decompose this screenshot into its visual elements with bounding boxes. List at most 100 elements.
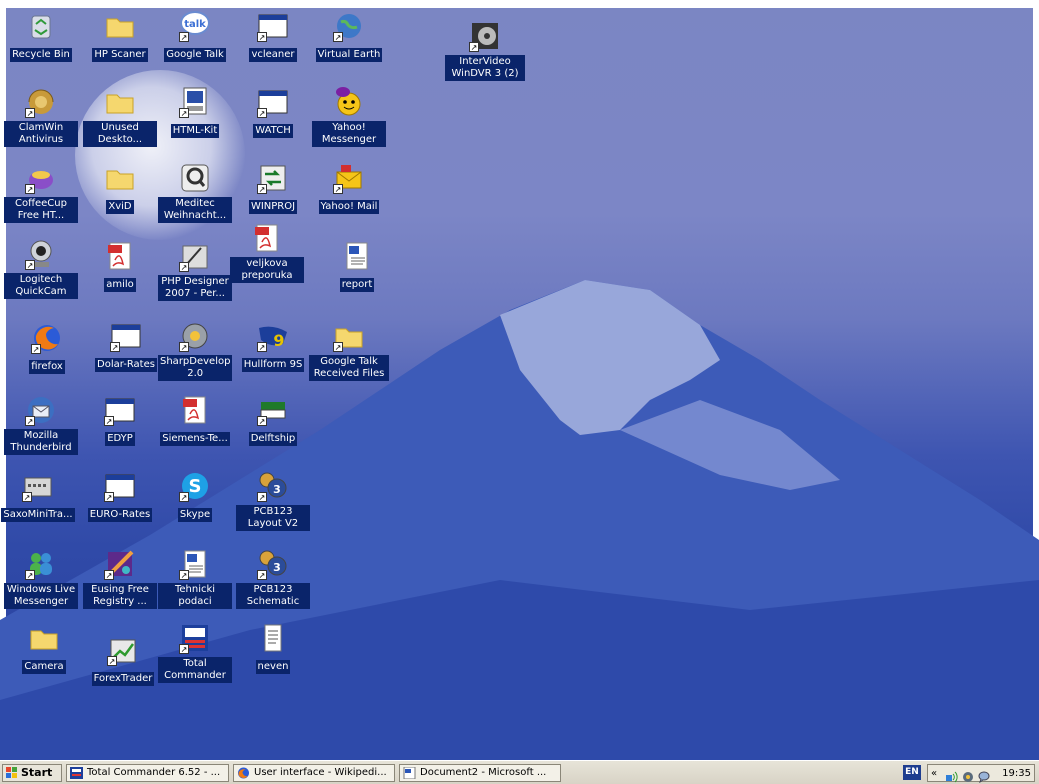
shortcut-arrow-icon: ↗ xyxy=(179,644,189,654)
shortcut-arrow-icon: ↗ xyxy=(333,342,343,352)
desktop-icon-sharpdevelop[interactable]: ↗ SharpDevelop 2.0 xyxy=(158,320,233,381)
desktop-icon-label: Tehnicki podaci xyxy=(158,583,232,609)
desktop-icon-html-kit[interactable]: ↗ HTML-Kit xyxy=(158,86,232,138)
svg-text:9: 9 xyxy=(273,331,284,350)
antivirus-tray-icon[interactable] xyxy=(962,768,974,784)
taskbar-button-word[interactable]: Document2 - Microsoft ... xyxy=(399,764,561,782)
desktop-icon-clamwin[interactable]: ↗ ClamWin Antivirus xyxy=(4,86,78,147)
desktop-icon-edyp[interactable]: ↗ EDYP xyxy=(83,394,157,446)
svg-text:talk: talk xyxy=(184,19,206,30)
program-window-icon: ↗ xyxy=(257,10,289,42)
desktop-icon-yahoo-mail[interactable]: ↗ Yahoo! Mail xyxy=(312,162,386,214)
desktop-icon-thunderbird[interactable]: ↗ Mozilla Thunderbird xyxy=(4,394,78,455)
pdf-icon xyxy=(104,240,136,272)
google-talk-icon: talk ↗ xyxy=(179,10,211,42)
desktop-icon-label: ForexTrader xyxy=(91,672,155,686)
desktop-icon-euro-rates[interactable]: ↗ EURO-Rates xyxy=(83,470,157,522)
shortcut-arrow-icon: ↗ xyxy=(179,108,189,118)
desktop-icon-pcb123-schematic[interactable]: 3 ↗ PCB123 Schematic xyxy=(236,548,310,609)
shortcut-arrow-icon: ↗ xyxy=(257,416,267,426)
tray-expand-chevron-icon[interactable]: « xyxy=(931,766,937,781)
desktop-icon-report[interactable]: report xyxy=(320,240,394,292)
desktop-icon-dolar-rates[interactable]: ↗ Dolar-Rates xyxy=(89,320,163,372)
messenger-tray-icon[interactable] xyxy=(978,768,990,784)
desktop-icon-pcb123-layout[interactable]: 3 ↗ PCB123 Layout V2 xyxy=(236,470,310,531)
desktop-icon-skype[interactable]: S ↗ Skype xyxy=(158,470,232,522)
start-button[interactable]: Start xyxy=(2,764,62,782)
thunderbird-icon: ↗ xyxy=(25,394,57,426)
desktop-icon-yahoo-messenger[interactable]: Yahoo! Messenger xyxy=(312,86,386,147)
desktop-icon-google-talk-files[interactable]: ↗ Google Talk Received Files xyxy=(309,320,389,381)
desktop-icon-winproj[interactable]: ↗ WINPROJ xyxy=(236,162,310,214)
desktop-icon-label: ClamWin Antivirus xyxy=(4,121,78,147)
folder-icon: ↗ xyxy=(333,320,365,352)
taskbar-button-label: Total Commander 6.52 - ... xyxy=(87,767,221,778)
desktop-icon-label: HTML-Kit xyxy=(170,124,220,138)
system-tray: « 19:35 xyxy=(927,764,1035,784)
desktop-icon-forextrader[interactable]: ↗ ForexTrader xyxy=(86,634,160,686)
desktop-icon-tehnicki[interactable]: ↗ Tehnicki podaci xyxy=(158,548,232,609)
shortcut-arrow-icon: ↗ xyxy=(257,492,267,502)
shortcut-arrow-icon: ↗ xyxy=(104,570,114,580)
desktop-icon-watch[interactable]: ↗ WATCH xyxy=(236,86,310,138)
desktop-icon-total-commander[interactable]: ↗ Total Commander xyxy=(158,622,232,683)
desktop-icon-hp-scaner[interactable]: HP Scaner xyxy=(83,10,157,62)
desktop[interactable]: Recycle Bin ↗ ClamWin Antivirus ↗ Coffee… xyxy=(0,0,1039,760)
desktop-icon-eusing[interactable]: ↗ Eusing Free Registry ... xyxy=(83,548,157,609)
desktop-icon-intervideo-windvr[interactable]: ↗ InterVideo WinDVR 3 (2) xyxy=(445,20,525,81)
desktop-icon-wlm[interactable]: ↗ Windows Live Messenger xyxy=(4,548,78,609)
pcb123-icon: 3 ↗ xyxy=(257,470,289,502)
shortcut-arrow-icon: ↗ xyxy=(22,492,32,502)
desktop-icon-veljkova[interactable]: veljkova preporuka xyxy=(230,222,304,283)
start-label: Start xyxy=(21,766,53,779)
desktop-icon-unused-desktop[interactable]: Unused Deskto... xyxy=(83,86,157,147)
desktop-icon-hullform[interactable]: 9 ↗ Hullform 9S xyxy=(236,320,310,372)
desktop-icon-label: XviD xyxy=(106,200,134,214)
desktop-icon-label: Logitech QuickCam xyxy=(4,273,78,299)
desktop-icon-amilo[interactable]: amilo xyxy=(83,240,157,292)
network-icon[interactable] xyxy=(946,768,958,784)
desktop-icon-delftship[interactable]: ↗ Delftship xyxy=(236,394,310,446)
desktop-icon-saxomini[interactable]: ↗ SaxoMiniTra... xyxy=(1,470,75,522)
desktop-icon-coffeecup[interactable]: ↗ CoffeeCup Free HT... xyxy=(4,162,78,223)
desktop-icon-label: EDYP xyxy=(105,432,135,446)
pcb123-icon: 3 ↗ xyxy=(257,548,289,580)
desktop-icon-logitech[interactable]: ↗ Logitech QuickCam xyxy=(4,238,78,299)
shortcut-arrow-icon: ↗ xyxy=(257,32,267,42)
screen: Recycle Bin ↗ ClamWin Antivirus ↗ Coffee… xyxy=(0,0,1039,784)
shortcut-arrow-icon: ↗ xyxy=(257,342,267,352)
shortcut-arrow-icon: ↗ xyxy=(257,570,267,580)
desktop-icon-meditec[interactable]: Meditec Weihnacht... xyxy=(158,162,232,223)
saxo-icon: ↗ xyxy=(22,470,54,502)
html-kit-icon: ↗ xyxy=(179,86,211,118)
desktop-icon-recycle-bin[interactable]: Recycle Bin xyxy=(4,10,78,62)
desktop-icon-label: amilo xyxy=(104,278,136,292)
desktop-icon-neven[interactable]: neven xyxy=(236,622,310,674)
total-commander-icon xyxy=(70,767,83,779)
desktop-icon-label: firefox xyxy=(29,360,65,374)
language-indicator[interactable]: EN xyxy=(903,765,921,780)
desktop-icon-firefox[interactable]: ↗ firefox xyxy=(10,322,84,374)
clock[interactable]: 19:35 xyxy=(1002,766,1031,781)
registry-cleaner-icon: ↗ xyxy=(104,548,136,580)
desktop-icon-label: Virtual Earth xyxy=(315,48,383,62)
taskbar-button-wikipedia[interactable]: User interface - Wikipedi... xyxy=(233,764,395,782)
shortcut-arrow-icon: ↗ xyxy=(104,416,114,426)
desktop-icon-label: Windows Live Messenger xyxy=(4,583,78,609)
pdf-icon xyxy=(251,222,283,254)
desktop-icon-vcleaner[interactable]: ↗ vcleaner xyxy=(236,10,310,62)
desktop-icon-php-designer[interactable]: ↗ PHP Designer 2007 - Per... xyxy=(158,240,232,301)
desktop-icon-xvid[interactable]: XviD xyxy=(83,162,157,214)
desktop-icon-label: SharpDevelop 2.0 xyxy=(158,355,233,381)
desktop-icon-siemens[interactable]: Siemens-Te... xyxy=(158,394,232,446)
desktop-icon-camera[interactable]: Camera xyxy=(7,622,81,674)
hullform-icon: 9 ↗ xyxy=(257,320,289,352)
desktop-icon-virtual-earth[interactable]: ↗ Virtual Earth xyxy=(312,10,386,62)
shortcut-arrow-icon: ↗ xyxy=(333,184,343,194)
desktop-icon-google-talk[interactable]: talk ↗ Google Talk xyxy=(158,10,232,62)
desktop-icon-label: PCB123 Schematic xyxy=(236,583,310,609)
shortcut-arrow-icon: ↗ xyxy=(333,32,343,42)
taskbar-button-total-commander[interactable]: Total Commander 6.52 - ... xyxy=(66,764,229,782)
shortcut-arrow-icon: ↗ xyxy=(179,492,189,502)
sharpdevelop-icon: ↗ xyxy=(179,320,211,352)
